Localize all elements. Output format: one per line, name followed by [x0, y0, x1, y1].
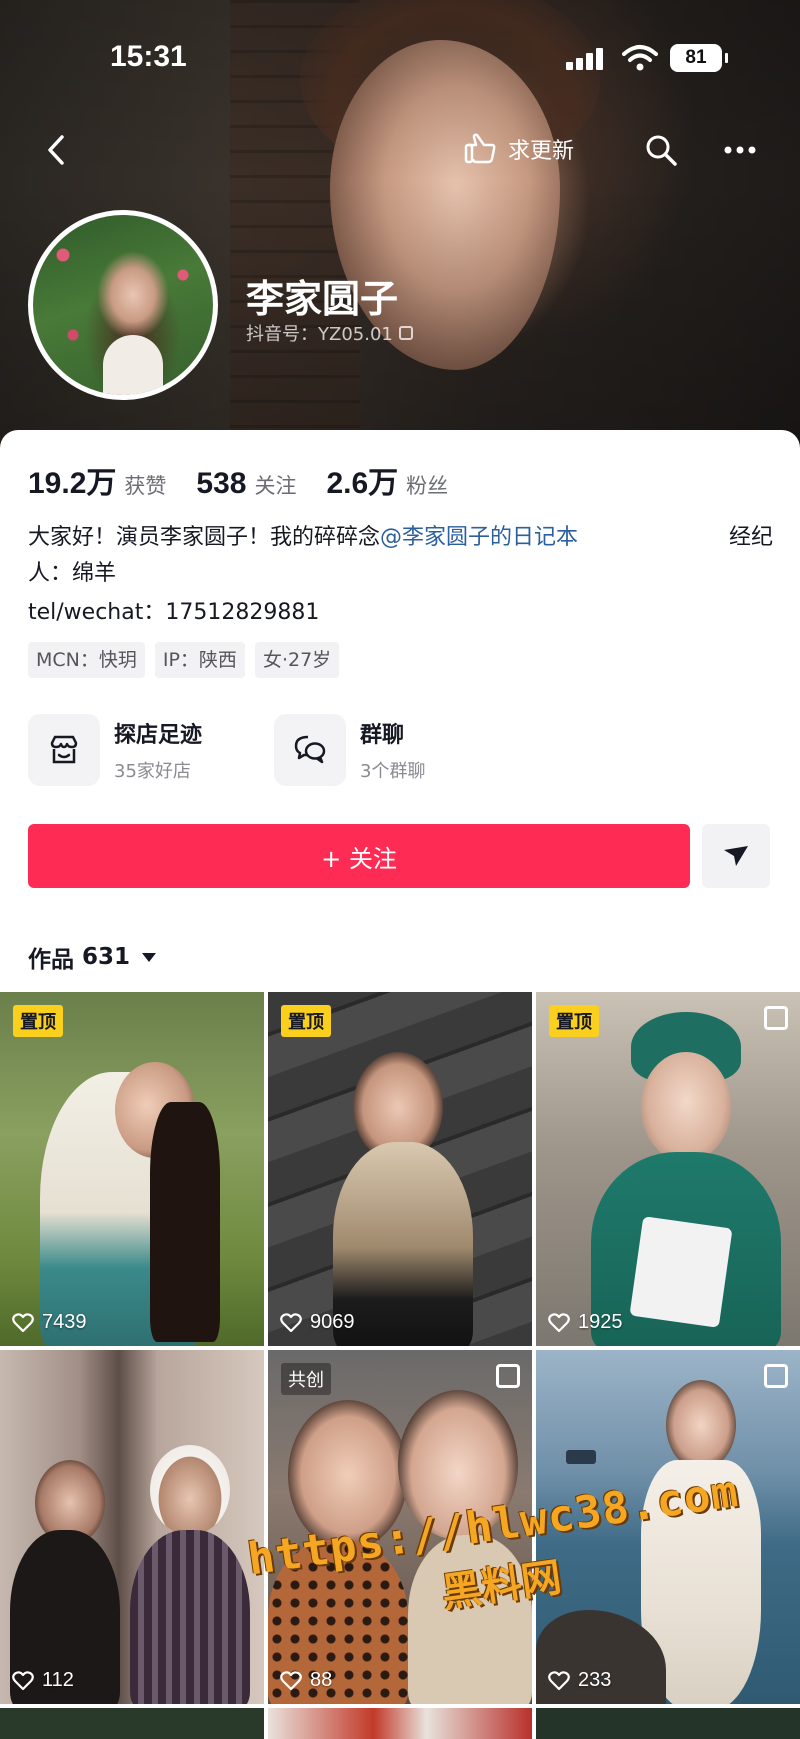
video-thumbnail[interactable] — [0, 1708, 264, 1739]
stat-value: 2.6万 — [326, 467, 399, 500]
heart-icon — [12, 1312, 34, 1332]
tag-mcn[interactable]: MCN：快玥 — [28, 642, 145, 678]
stat-label: 粉丝 — [406, 474, 449, 498]
search-icon[interactable] — [644, 133, 678, 167]
heart-icon — [280, 1670, 302, 1690]
stat-value: 19.2万 — [28, 467, 117, 500]
avatar[interactable] — [28, 210, 218, 400]
store-icon — [28, 714, 100, 786]
pinned-badge: 置顶 — [13, 1005, 63, 1037]
video-thumbnail[interactable]: 置顶 1925 — [536, 992, 800, 1346]
follow-button[interactable]: + 关注 — [28, 824, 690, 888]
video-thumbnail[interactable] — [536, 1708, 800, 1739]
like-count: 112 — [12, 1669, 74, 1692]
multi-image-icon — [496, 1364, 520, 1388]
request-update-button[interactable]: 求更新 — [462, 131, 574, 167]
back-icon[interactable] — [42, 133, 72, 167]
stat-followers[interactable]: 2.6万 粉丝 — [326, 458, 448, 502]
heart-icon — [12, 1670, 34, 1690]
pinned-badge: 置顶 — [549, 1005, 599, 1037]
like-count: 88 — [280, 1669, 332, 1692]
pinned-badge: 置顶 — [281, 1005, 331, 1037]
feature-title: 群聊 — [360, 723, 405, 748]
douyin-id[interactable]: 抖音号：YZ05.01 — [246, 320, 413, 346]
like-count: 9069 — [280, 1311, 355, 1334]
bio-contact: tel/wechat：17512829881 — [28, 600, 320, 625]
like-count: 233 — [548, 1669, 611, 1692]
works-tab[interactable]: 作品 631 — [28, 940, 157, 974]
works-label: 作品 — [28, 947, 74, 973]
video-thumbnail[interactable]: 置顶 7439 — [0, 992, 264, 1346]
like-count-value: 1925 — [578, 1311, 623, 1333]
tag-gender-age: 女·27岁 — [254, 642, 340, 678]
douyin-id-text: 抖音号：YZ05.01 — [246, 324, 393, 345]
cellular-signal-icon — [566, 46, 606, 70]
wifi-icon — [622, 45, 658, 71]
heart-icon — [280, 1312, 302, 1332]
send-icon — [724, 846, 748, 866]
like-count-value: 7439 — [42, 1311, 87, 1333]
like-count: 7439 — [12, 1311, 87, 1334]
profile-tags: MCN：快玥 IP：陕西 女·27岁 — [28, 642, 340, 678]
stat-label: 关注 — [254, 474, 297, 498]
works-count: 631 — [82, 944, 131, 970]
status-time: 15:31 — [110, 40, 187, 73]
feature-title: 探店足迹 — [114, 723, 203, 748]
bio-line-2: 人：绵羊 — [28, 561, 117, 586]
like-count-value: 88 — [310, 1669, 333, 1691]
video-thumbnail[interactable] — [268, 1708, 532, 1739]
feature-subtitle: 3个群聊 — [360, 761, 426, 782]
like-count: 1925 — [548, 1311, 623, 1334]
bio-mention-link[interactable]: @李家圆子的日记本 — [380, 525, 578, 550]
request-update-label: 求更新 — [508, 139, 575, 164]
battery-indicator: 81 — [670, 44, 728, 72]
stat-label: 获赞 — [124, 474, 167, 498]
group-chat-entry[interactable]: 群聊 3个群聊 — [274, 710, 425, 790]
more-icon[interactable] — [720, 135, 760, 165]
video-thumbnail[interactable]: 112 — [0, 1350, 264, 1704]
like-count-value: 9069 — [310, 1311, 355, 1333]
heart-icon — [548, 1312, 570, 1332]
multi-image-icon — [764, 1364, 788, 1388]
chat-icon — [274, 714, 346, 786]
top-nav: 求更新 — [0, 115, 800, 185]
profile-name: 李家圆子 — [246, 277, 399, 321]
like-count-value: 233 — [578, 1669, 612, 1691]
caret-down-icon — [142, 952, 157, 962]
tag-ip-location: IP：陕西 — [154, 642, 245, 678]
hand-point-icon — [464, 133, 496, 164]
bio-text: 大家好！演员李家圆子！我的碎碎念 — [28, 525, 381, 550]
feature-subtitle: 35家好店 — [114, 761, 191, 782]
video-grid: 置顶 7439 置顶 9069 置顶 1925 112 共创 88 233 — [0, 992, 800, 1739]
share-button[interactable] — [702, 824, 770, 888]
store-visits-entry[interactable]: 探店足迹 35家好店 — [28, 710, 202, 790]
status-bar: 15:31 81 — [0, 0, 800, 110]
co-creation-badge: 共创 — [281, 1363, 331, 1395]
like-count-value: 112 — [42, 1669, 74, 1691]
profile-stats: 19.2万 获赞 538 关注 2.6万 粉丝 — [28, 458, 448, 502]
feature-entries: 探店足迹 35家好店 群聊 3个群聊 — [28, 710, 773, 790]
heart-icon — [548, 1670, 570, 1690]
bio-agent-text: 经纪 — [728, 525, 773, 550]
profile-bio: 大家好！演员李家圆子！我的碎碎念@李家圆子的日记本 经纪 人：绵羊 — [28, 520, 773, 592]
multi-image-icon — [764, 1006, 788, 1030]
stat-likes[interactable]: 19.2万 获赞 — [28, 458, 166, 502]
video-thumbnail[interactable]: 置顶 9069 — [268, 992, 532, 1346]
stat-following[interactable]: 538 关注 — [196, 467, 296, 501]
stat-value: 538 — [196, 467, 247, 500]
copy-icon[interactable] — [398, 326, 413, 340]
